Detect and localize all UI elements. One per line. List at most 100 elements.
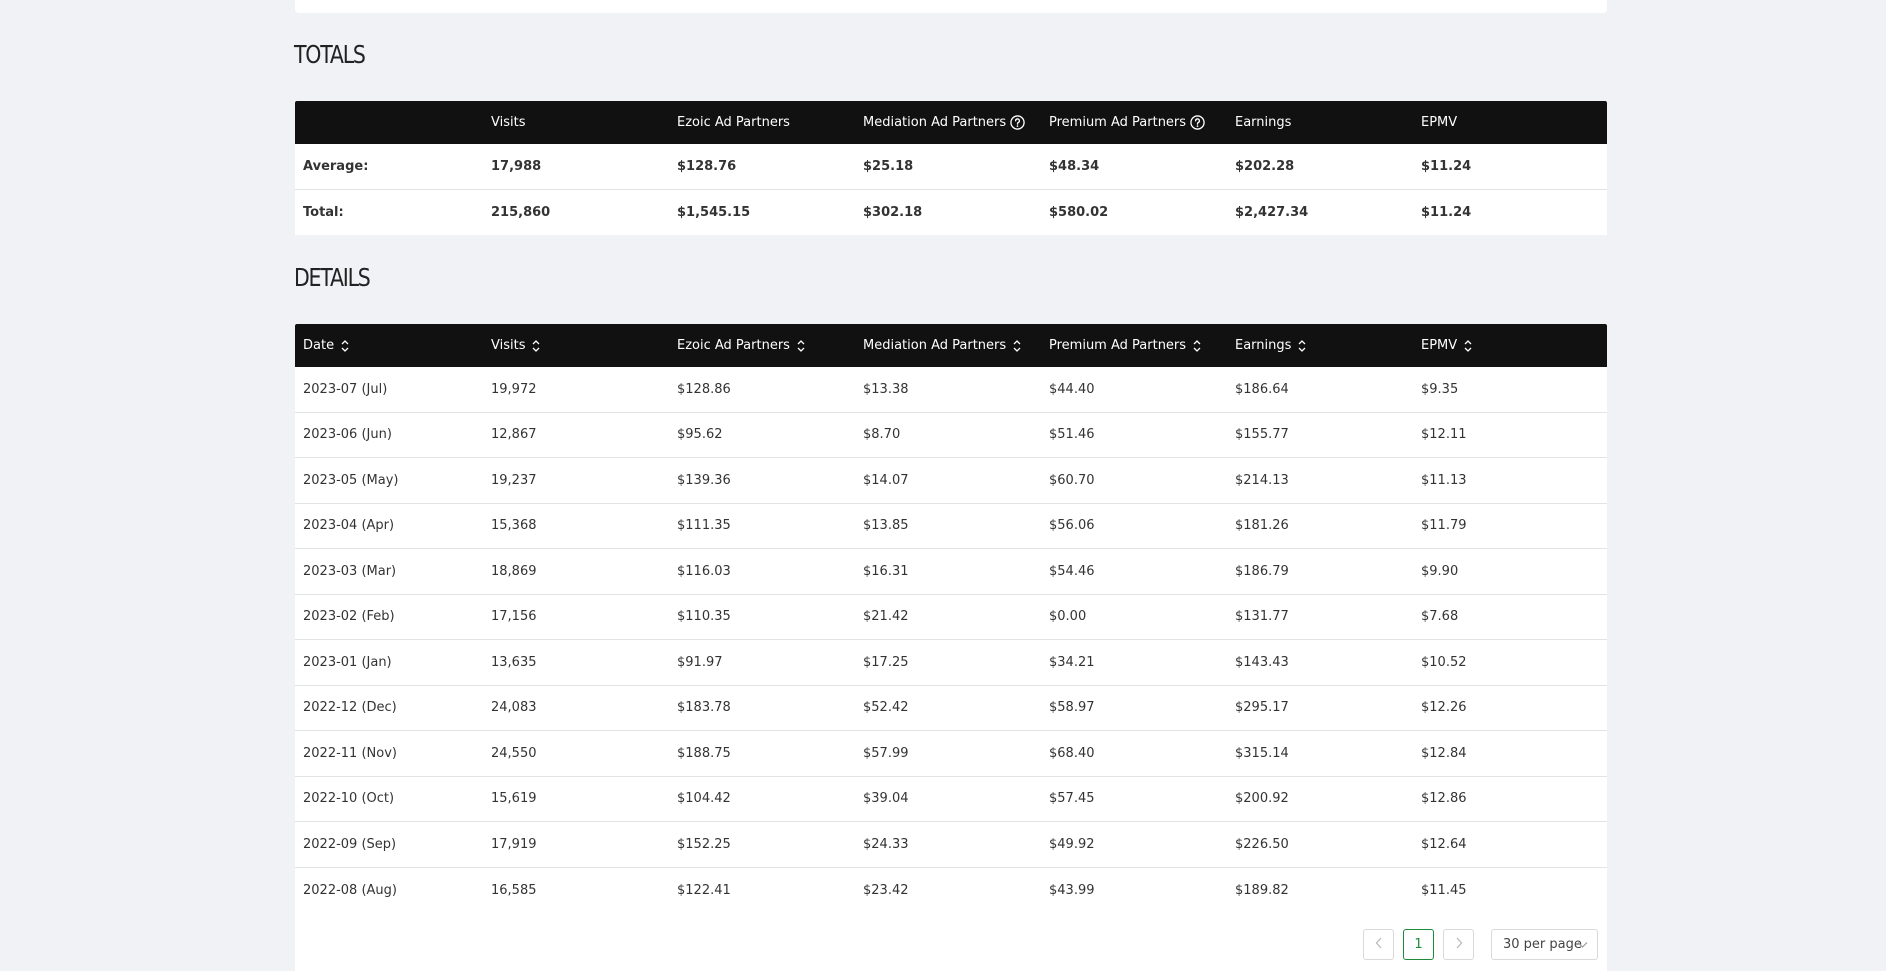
table-row-cell: $226.50 <box>1235 836 1289 852</box>
totals-row-cell: Total: <box>303 204 344 220</box>
previous-card <box>295 0 1607 13</box>
totals-header-premium: Premium Ad Partners <box>1049 115 1235 130</box>
table-row-cell: $200.92 <box>1235 791 1289 807</box>
totals-row-cell: $1,545.15 <box>677 204 751 220</box>
table-row: 2023-01 (Jan) 13,635 $91.97 $17.25 $34.21 $14… <box>295 640 1607 686</box>
details-header-earnings[interactable]: Earnings <box>1235 338 1421 353</box>
details-header-premium[interactable]: Premium Ad Partners <box>1049 338 1235 353</box>
table-row-cell: $152.25 <box>677 836 731 852</box>
table-row-cell: 24,550 <box>491 745 537 761</box>
totals-row-cell: Average: <box>303 158 369 174</box>
sort-icon[interactable] <box>797 339 805 353</box>
table-row-cell: $16.31 <box>863 563 909 579</box>
table-row-cell: $143.43 <box>1235 654 1289 670</box>
table-row: 2023-06 (Jun) 12,867 $95.62 $8.70 $51.46 $155… <box>295 413 1607 458</box>
details-header-epmv[interactable]: EPMV <box>1421 338 1607 353</box>
table-row-cell: $23.42 <box>863 882 909 898</box>
sort-icon[interactable] <box>1464 339 1472 353</box>
table-row-cell: $9.35 <box>1421 381 1459 397</box>
table-row-cell: $131.77 <box>1235 609 1289 625</box>
table-row-cell: 13,635 <box>491 654 537 670</box>
totals-row-cell: $128.76 <box>677 158 737 174</box>
table-row-cell: $181.26 <box>1235 518 1289 534</box>
table-row-cell: $139.36 <box>677 472 731 488</box>
table-row-cell: $116.03 <box>677 563 731 579</box>
table-row-cell: $57.45 <box>1049 791 1095 807</box>
sort-icon[interactable] <box>1013 339 1021 353</box>
table-row-cell: $13.85 <box>863 518 909 534</box>
table-row-cell: 2023-07 (Jul) <box>303 381 388 397</box>
table-row-cell: 15,368 <box>491 518 537 534</box>
table-row: 2023-04 (Apr) 15,368 $111.35 $13.85 $56.06 $1… <box>295 504 1607 549</box>
sort-icon[interactable] <box>341 339 349 353</box>
table-row-cell: $7.68 <box>1421 609 1459 625</box>
table-row-cell: $186.64 <box>1235 381 1289 397</box>
table-row-cell: 2023-06 (Jun) <box>303 427 392 443</box>
table-row-cell: $39.04 <box>863 791 909 807</box>
help-icon[interactable] <box>1010 115 1025 130</box>
sort-icon[interactable] <box>1298 339 1306 353</box>
table-row-cell: $295.17 <box>1235 700 1289 716</box>
totals-row: Total: 215,860 $1,545.15 $302.18 $580.02 $2,4… <box>295 190 1607 236</box>
table-row-cell: 2022-08 (Aug) <box>303 882 397 898</box>
totals-header-row: Visits Ezoic Ad Partners Mediation Ad Pa… <box>295 101 1607 144</box>
per-page-select[interactable]: 30 per page <box>1491 929 1598 960</box>
table-row-cell: $0.00 <box>1049 609 1087 625</box>
totals-row-cell: $202.28 <box>1235 158 1295 174</box>
table-row-cell: 2022-10 (Oct) <box>303 791 395 807</box>
table-row-cell: $34.21 <box>1049 654 1095 670</box>
table-row-cell: $9.90 <box>1421 563 1459 579</box>
table-row: 2022-11 (Nov) 24,550 $188.75 $57.99 $68.40 $3… <box>295 731 1607 777</box>
table-row-cell: $12.26 <box>1421 700 1467 716</box>
table-row-cell: 19,237 <box>491 472 537 488</box>
details-header-date[interactable]: Date <box>295 338 491 353</box>
table-row-cell: $95.62 <box>677 427 723 443</box>
table-row-cell: 12,867 <box>491 427 537 443</box>
chevron-left-icon <box>1375 937 1383 953</box>
sort-icon[interactable] <box>1193 339 1201 353</box>
details-body: 2023-07 (Jul) 19,972 $128.86 $13.38 $44.40 $1… <box>295 367 1607 913</box>
table-row-cell: $189.82 <box>1235 882 1289 898</box>
table-row-cell: 18,869 <box>491 563 537 579</box>
table-row-cell: $44.40 <box>1049 381 1095 397</box>
sort-icon[interactable] <box>532 339 540 353</box>
per-page-value: 30 per page <box>1503 937 1582 952</box>
table-row-cell: $315.14 <box>1235 745 1289 761</box>
table-row-cell: 17,919 <box>491 836 537 852</box>
table-row-cell: $12.11 <box>1421 427 1467 443</box>
table-row-cell: $155.77 <box>1235 427 1289 443</box>
table-row-cell: $60.70 <box>1049 472 1095 488</box>
totals-row-cell: $25.18 <box>863 158 914 174</box>
details-title: DETAILS <box>294 263 371 292</box>
table-row: 2022-09 (Sep) 17,919 $152.25 $24.33 $49.92 $2… <box>295 822 1607 868</box>
details-header-visits[interactable]: Visits <box>491 338 677 353</box>
table-row-cell: $104.42 <box>677 791 731 807</box>
table-row-cell: $12.86 <box>1421 791 1467 807</box>
table-row: 2023-02 (Feb) 17,156 $110.35 $21.42 $0.00 $13… <box>295 595 1607 640</box>
table-row: 2023-07 (Jul) 19,972 $128.86 $13.38 $44.40 $1… <box>295 367 1607 413</box>
totals-row-cell: $2,427.34 <box>1235 204 1309 220</box>
details-header-mediation[interactable]: Mediation Ad Partners <box>863 338 1049 353</box>
table-row-cell: $110.35 <box>677 609 731 625</box>
prev-page-button[interactable] <box>1363 929 1394 960</box>
table-row-cell: $186.79 <box>1235 563 1289 579</box>
table-row-cell: $17.25 <box>863 654 909 670</box>
table-row-cell: $43.99 <box>1049 882 1095 898</box>
table-row-cell: $57.99 <box>863 745 909 761</box>
table-row-cell: 24,083 <box>491 700 537 716</box>
table-row-cell: $11.13 <box>1421 472 1467 488</box>
table-row-cell: $54.46 <box>1049 563 1095 579</box>
table-row: 2023-03 (Mar) 18,869 $116.03 $16.31 $54.46 $1… <box>295 549 1607 595</box>
next-page-button[interactable] <box>1443 929 1474 960</box>
help-icon[interactable] <box>1190 115 1205 130</box>
page-1-button[interactable]: 1 <box>1403 929 1434 960</box>
table-row-cell: 16,585 <box>491 882 537 898</box>
totals-row-cell: $11.24 <box>1421 204 1472 220</box>
details-header-ezoic[interactable]: Ezoic Ad Partners <box>677 338 863 353</box>
table-row-cell: 19,972 <box>491 381 537 397</box>
table-row-cell: 2022-11 (Nov) <box>303 745 397 761</box>
table-row: 2022-10 (Oct) 15,619 $104.42 $39.04 $57.45 $2… <box>295 777 1607 822</box>
table-row-cell: $68.40 <box>1049 745 1095 761</box>
table-row-cell: $51.46 <box>1049 427 1095 443</box>
table-row-cell: 17,156 <box>491 609 537 625</box>
